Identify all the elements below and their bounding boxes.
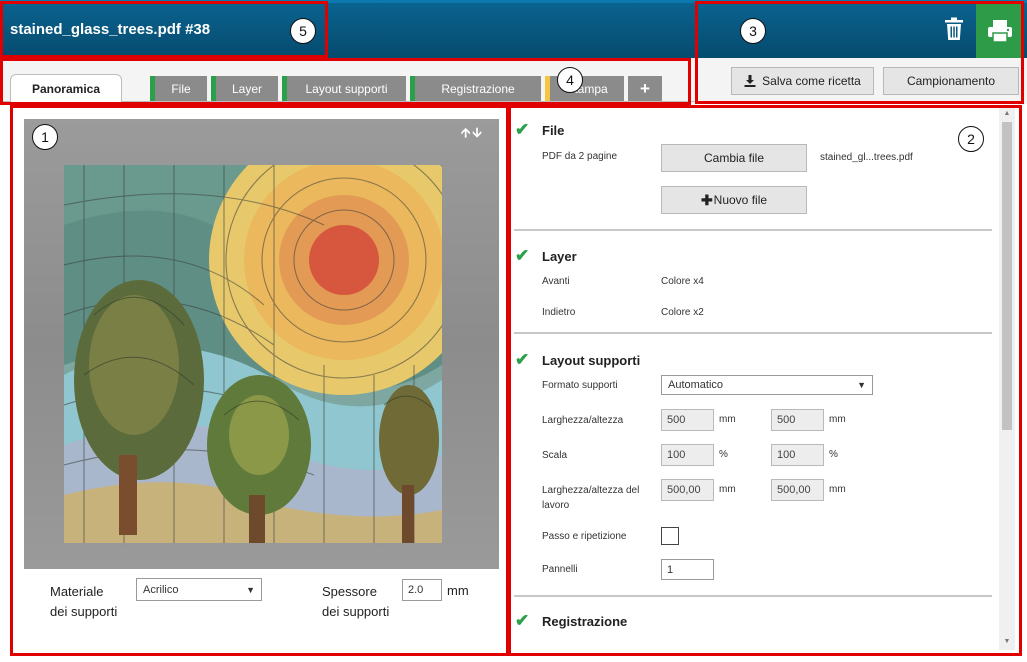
registration-check-icon: ✔: [515, 611, 530, 630]
height-unit: mm: [829, 414, 846, 425]
tab-file[interactable]: File: [150, 76, 207, 101]
thickness-unit: mm: [447, 583, 469, 598]
scale-x-input[interactable]: 100: [661, 444, 714, 466]
step-repeat-label: Passo e ripetizione: [542, 531, 627, 542]
layout-section-title: Layout supporti: [542, 353, 641, 368]
registration-section-title: Registrazione: [542, 614, 628, 629]
material-select[interactable]: Acrilico ▼: [136, 578, 262, 601]
chevron-down-icon: ▼: [246, 584, 255, 595]
scale-y-unit: %: [829, 449, 838, 460]
layer-section-title: Layer: [542, 249, 577, 264]
thickness-label: Spessore dei supporti: [322, 584, 390, 619]
callout-badge-4: 4: [557, 67, 583, 93]
save-recipe-label: Salva come ricetta: [762, 74, 861, 88]
change-file-button[interactable]: Cambia file: [661, 144, 807, 172]
callout-badge-3: 3: [740, 18, 766, 44]
artwork-preview-image: [64, 165, 442, 543]
size-label: Larghezza/altezza: [542, 415, 624, 426]
scroll-down-icon[interactable]: ▼: [1002, 638, 1012, 645]
panels-input[interactable]: 1: [661, 559, 714, 580]
download-icon: [744, 75, 756, 87]
section-divider: [514, 332, 992, 334]
height-input[interactable]: 500: [771, 409, 824, 431]
layer-back-label: Indietro: [542, 307, 576, 318]
work-size-label: Larghezza/altezza del lavoro: [542, 485, 640, 511]
chevron-down-icon: ▼: [857, 380, 866, 390]
width-input[interactable]: 500: [661, 409, 714, 431]
new-file-button[interactable]: ✚ Nuovo file: [661, 186, 807, 214]
delete-button[interactable]: [936, 10, 972, 48]
trash-icon: [945, 17, 963, 40]
work-height-unit: mm: [829, 484, 846, 495]
new-file-label: Nuovo file: [713, 193, 768, 207]
scroll-up-icon[interactable]: ▲: [1002, 110, 1012, 117]
section-divider: [514, 229, 992, 231]
callout-badge-5: 5: [290, 18, 316, 44]
work-width-unit: mm: [719, 484, 736, 495]
sampling-button[interactable]: Campionamento: [883, 67, 1019, 95]
job-title: stained_glass_trees.pdf #38: [10, 21, 211, 38]
format-value: Automatico: [668, 379, 724, 391]
scrollbar-thumb[interactable]: [1002, 122, 1012, 430]
material-label: Materiale dei supporti: [50, 584, 118, 619]
header-accent-bar: [0, 0, 1027, 3]
tab-registration[interactable]: Registrazione: [410, 76, 541, 101]
format-select[interactable]: Automatico ▼: [661, 375, 873, 395]
plus-icon: ✚: [700, 191, 713, 208]
panels-label: Pannelli: [542, 564, 578, 575]
layer-check-icon: ✔: [515, 246, 530, 265]
callout-badge-1: 1: [32, 124, 58, 150]
add-tab-button[interactable]: +: [628, 76, 662, 101]
print-button[interactable]: [976, 3, 1024, 58]
format-label: Formato supporti: [542, 380, 618, 391]
layer-front-label: Avanti: [542, 276, 570, 287]
layout-check-icon: ✔: [515, 350, 530, 369]
layer-front-value: Colore x4: [661, 276, 704, 287]
scale-label: Scala: [542, 450, 568, 461]
tab-layer[interactable]: Layer: [211, 76, 278, 101]
file-name: stained_gl...trees.pdf: [820, 152, 913, 163]
file-info: PDF da 2 pagine: [542, 151, 618, 162]
save-recipe-button[interactable]: Salva come ricetta: [731, 67, 874, 95]
scale-x-unit: %: [719, 449, 728, 460]
work-height-input[interactable]: 500,00: [771, 479, 824, 501]
step-repeat-checkbox[interactable]: [661, 527, 679, 545]
printer-icon: [988, 19, 1012, 43]
tab-overview[interactable]: Panoramica: [10, 74, 122, 102]
up-down-arrows-icon[interactable]: 🡩🡫: [461, 124, 484, 146]
callout-badge-2: 2: [958, 126, 984, 152]
layer-back-value: Colore x2: [661, 307, 704, 318]
scale-y-input[interactable]: 100: [771, 444, 824, 466]
section-divider: [514, 595, 992, 597]
tab-layout-supports[interactable]: Layout supporti: [282, 76, 406, 101]
work-width-input[interactable]: 500,00: [661, 479, 714, 501]
file-section-title: File: [542, 123, 565, 138]
material-value: Acrilico: [143, 583, 179, 596]
file-check-icon: ✔: [515, 120, 530, 139]
width-unit: mm: [719, 414, 736, 425]
thickness-input[interactable]: 2.0: [402, 579, 442, 601]
